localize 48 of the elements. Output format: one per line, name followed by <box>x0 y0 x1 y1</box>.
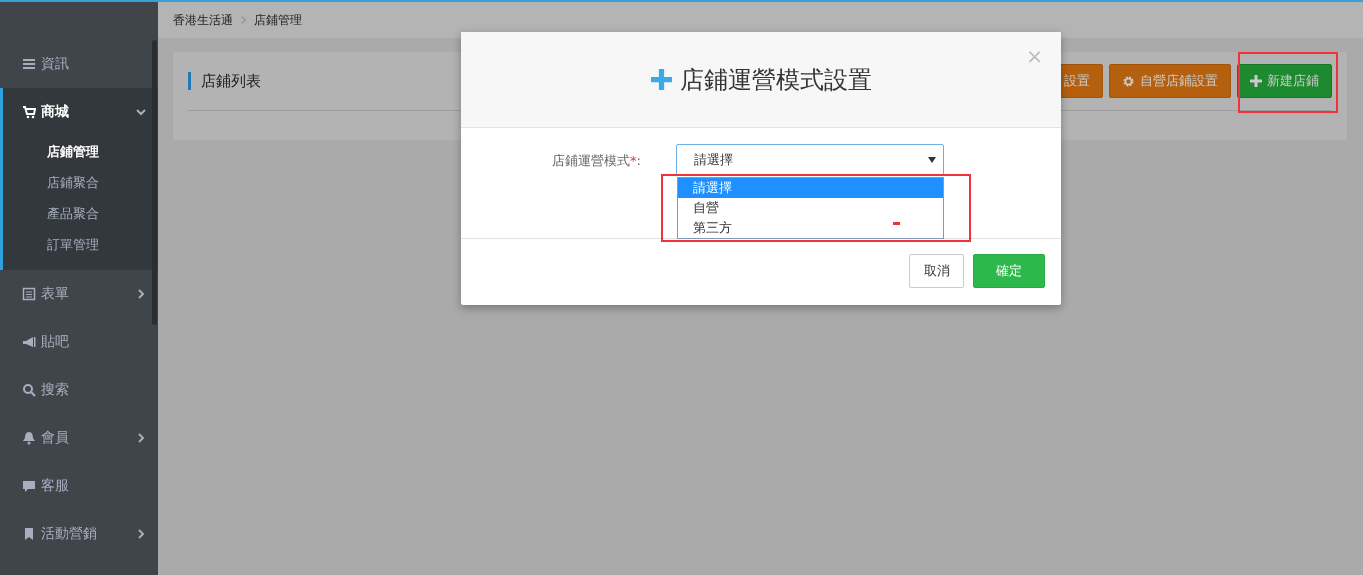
sidebar-item[interactable]: 搜索 <box>3 366 158 414</box>
breadcrumb-link[interactable]: 香港生活通 <box>173 11 233 29</box>
submenu-item[interactable]: 產品聚合 <box>3 198 99 229</box>
submenu-item[interactable]: 店鋪聚合 <box>3 167 99 198</box>
gear-icon <box>1122 74 1135 88</box>
settings-button[interactable]: 自營店鋪設置 <box>1109 64 1231 98</box>
select-field[interactable]: 請選擇 <box>676 144 944 176</box>
cart-icon <box>22 105 36 119</box>
sidebar-label: 表單 <box>41 285 70 303</box>
field-label: 店鋪運營模式*: <box>551 152 642 170</box>
add-button[interactable]: 新建店鋪 <box>1237 64 1332 98</box>
card-title: 店鋪列表 <box>188 72 261 90</box>
sidebar-label: 活動營銷 <box>41 525 98 543</box>
dialog-title: 店鋪運營模式設置 <box>650 63 872 96</box>
sidebar-label: 商城 <box>41 103 70 121</box>
chevron-icon <box>240 15 247 25</box>
dropdown-option[interactable]: 自營 <box>678 198 943 218</box>
sidebar-item[interactable]: 貼吧 <box>3 318 158 366</box>
plus-icon <box>1250 75 1262 87</box>
dropdown-option[interactable]: 第三方 <box>678 218 943 238</box>
sidebar-label: 會員 <box>41 429 70 447</box>
list-icon <box>22 57 36 71</box>
scrollbar[interactable] <box>152 40 157 325</box>
dropdown-arrow-icon <box>928 157 936 163</box>
form-icon <box>22 287 36 301</box>
confirm-button[interactable]: 確定 <box>973 254 1045 288</box>
chat-icon <box>22 479 36 493</box>
sidebar-item[interactable]: 資訊 <box>3 40 158 88</box>
bell-icon <box>22 431 36 445</box>
search-icon <box>22 383 36 397</box>
sidebar-item[interactable]: 活動營銷 <box>3 510 158 558</box>
sidebar-item[interactable]: 會員 <box>3 414 158 462</box>
annotation-mark <box>893 222 900 225</box>
sidebar-label: 資訊 <box>41 55 70 73</box>
breadcrumb-link[interactable]: 店鋪管理 <box>254 11 302 29</box>
cancel-button[interactable]: 取消 <box>909 254 964 288</box>
dropdown-option[interactable]: 請選擇 <box>678 178 943 198</box>
bookmark-icon <box>22 527 36 541</box>
sidebar-label: 貼吧 <box>41 333 70 351</box>
submenu-item[interactable]: 店鋪管理 <box>3 136 99 167</box>
bullhorn-icon <box>22 335 36 349</box>
sidebar-item[interactable]: 表單 <box>3 270 158 318</box>
sidebar-item[interactable]: 商城 <box>3 88 158 136</box>
sidebar-label: 搜索 <box>41 381 70 399</box>
submenu-item[interactable]: 訂單管理 <box>3 229 99 260</box>
sidebar-label: 客服 <box>41 477 70 495</box>
sidebar-item[interactable]: 客服 <box>3 462 158 510</box>
plus-icon <box>650 69 672 90</box>
